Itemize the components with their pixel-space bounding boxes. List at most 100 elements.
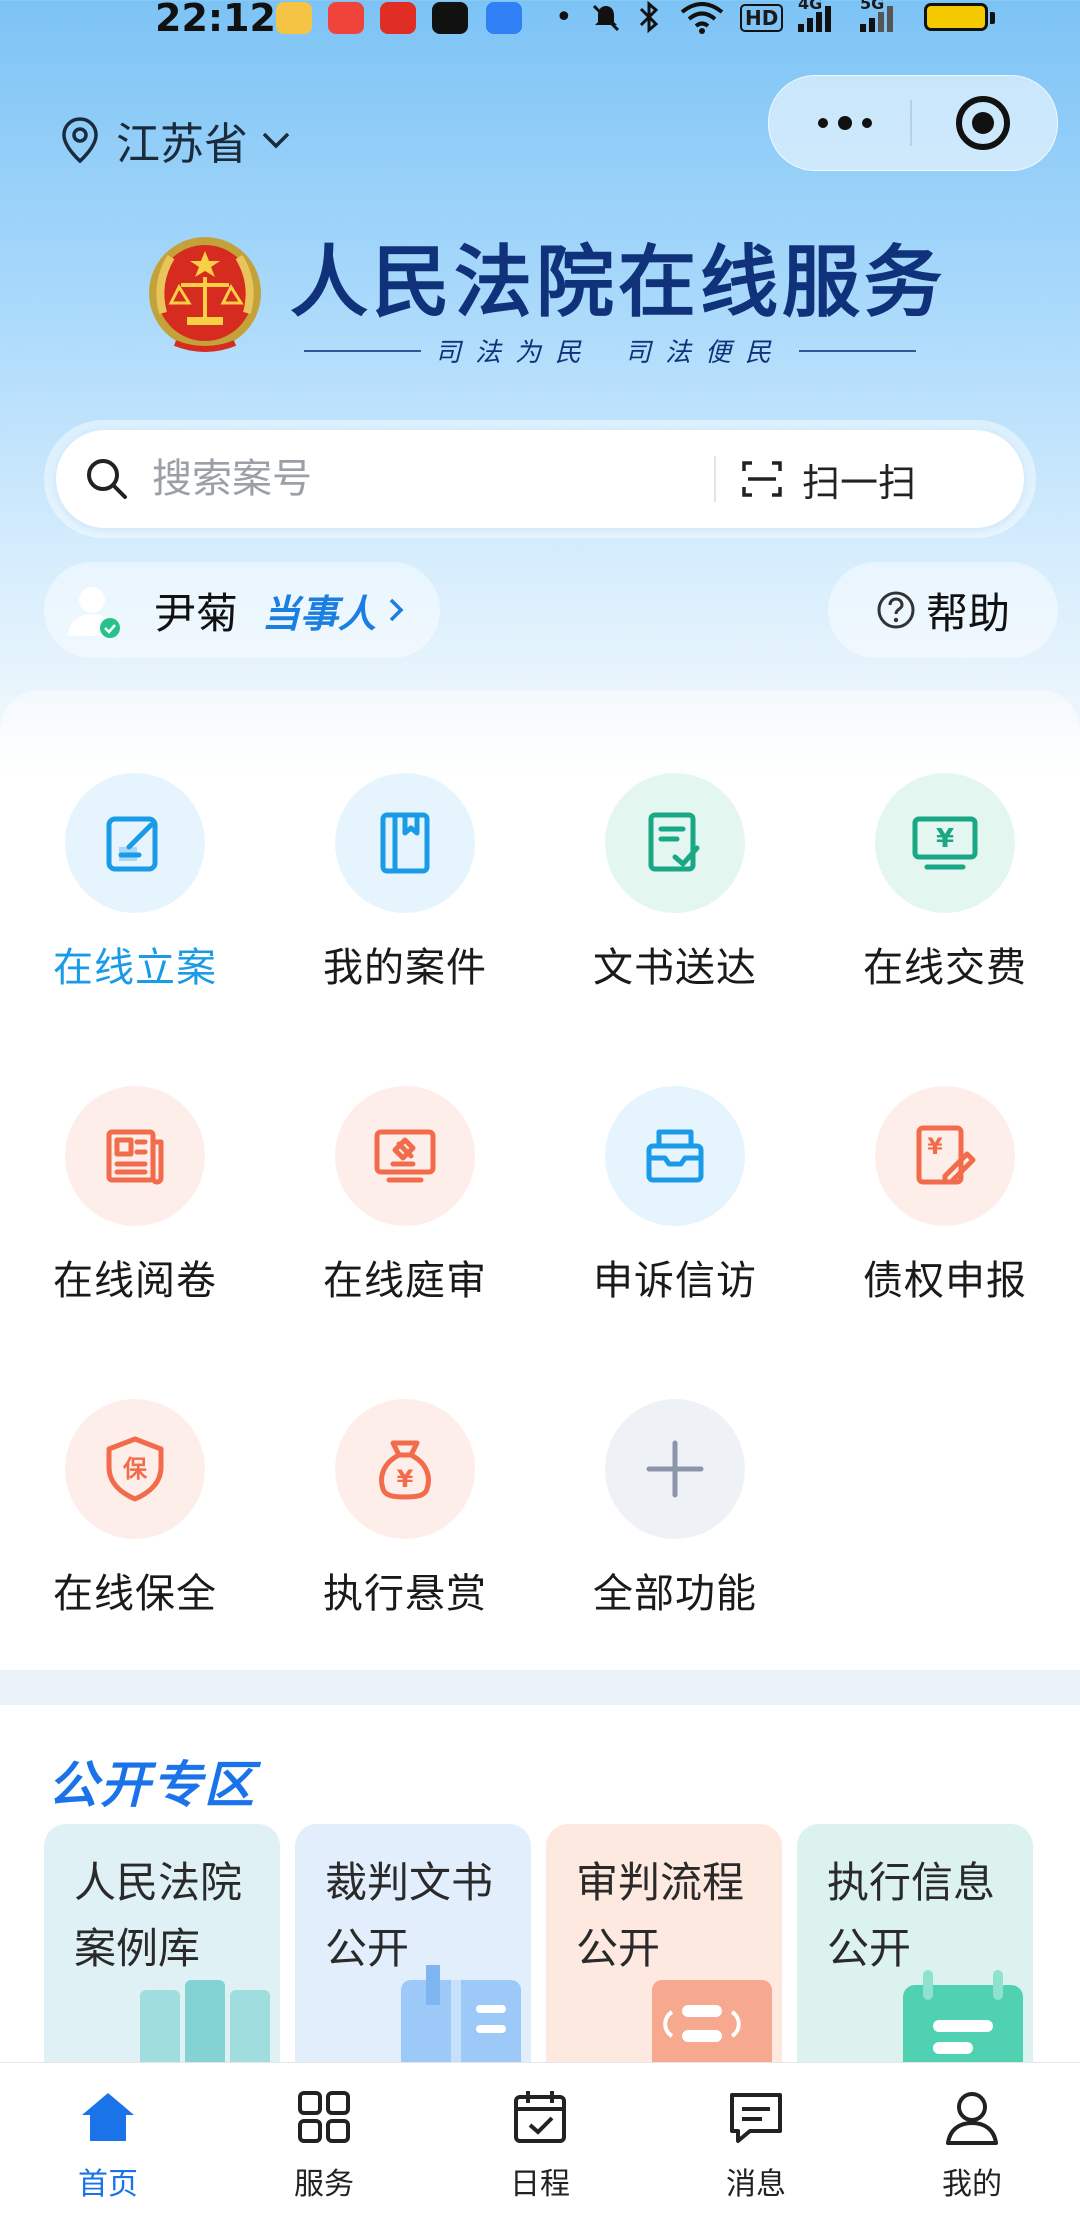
location-label: 江苏省 xyxy=(116,119,248,170)
public-card[interactable]: 执行信息公开 xyxy=(797,1824,1033,2084)
close-miniapp-button[interactable] xyxy=(954,94,1012,152)
edit-icon xyxy=(65,773,205,913)
user-name: 尹菊 xyxy=(154,588,239,638)
douyin-app-icon xyxy=(432,2,468,34)
service-label: 执行悬赏 xyxy=(323,1571,487,1617)
tab-label: 服务 xyxy=(294,2167,354,2202)
network-4g-label: 4G xyxy=(798,0,823,13)
tab-label: 消息 xyxy=(726,2167,786,2202)
message-icon xyxy=(724,2085,788,2149)
service-label: 文书送达 xyxy=(593,945,757,991)
tab-grid[interactable]: 服务 xyxy=(216,2085,432,2203)
service-label: 债权申报 xyxy=(863,1258,1027,1304)
document-check-icon xyxy=(605,773,745,913)
service-plus[interactable]: 全部功能 xyxy=(540,1399,810,1659)
public-card-label: 审判流程公开 xyxy=(576,1858,745,1973)
watermark-overlay xyxy=(770,2198,1070,2220)
scan-icon xyxy=(742,461,782,497)
grid-icon xyxy=(292,2085,356,2149)
chevron-right-icon xyxy=(389,598,404,622)
location-pin-icon xyxy=(62,117,98,164)
money-bag-icon: ¥ xyxy=(335,1399,475,1539)
scan-button[interactable]: 扫一扫 xyxy=(740,452,916,507)
slogan-line-right xyxy=(799,349,916,352)
svg-text:¥: ¥ xyxy=(936,824,954,854)
slogan-right: 司法便民 xyxy=(625,338,786,368)
help-label: 帮助 xyxy=(925,588,1010,638)
user-identity-chip[interactable]: 尹菊 当事人 xyxy=(44,562,440,658)
wifi-icon xyxy=(680,2,724,38)
claim-document-icon: ¥ xyxy=(875,1086,1015,1226)
user-role: 当事人 xyxy=(262,591,377,636)
tab-calendar[interactable]: 日程 xyxy=(432,2085,648,2203)
chevron-down-icon xyxy=(262,132,290,149)
tab-label: 我的 xyxy=(942,2167,1002,2202)
svg-text:¥: ¥ xyxy=(927,1135,943,1160)
service-book[interactable]: 我的案件 xyxy=(270,773,540,1033)
tab-user[interactable]: 我的 xyxy=(864,2085,1080,2203)
tab-home[interactable]: 首页 xyxy=(0,2085,216,2203)
search-input[interactable] xyxy=(150,455,674,503)
avatar xyxy=(62,580,122,640)
service-shield[interactable]: 保在线保全 xyxy=(0,1399,270,1659)
service-label: 在线庭审 xyxy=(323,1258,487,1304)
slogan: 司法为民 司法便民 xyxy=(290,332,930,369)
tab-message[interactable]: 消息 xyxy=(648,2085,864,2203)
more-dots-icon xyxy=(818,116,872,130)
service-edit[interactable]: 在线立案 xyxy=(0,773,270,1033)
payment-monitor-icon: ¥ xyxy=(875,773,1015,913)
service-payment-monitor[interactable]: ¥ 在线交费 xyxy=(810,773,1080,1033)
dot-indicator: • xyxy=(555,0,573,35)
toutiao-app-icon xyxy=(328,2,364,34)
bluetooth-icon xyxy=(636,0,662,38)
service-label: 在线阅卷 xyxy=(53,1258,217,1304)
search-divider xyxy=(714,456,716,502)
public-card[interactable]: 审判流程公开 xyxy=(546,1824,782,2084)
mailbox-icon xyxy=(605,1086,745,1226)
help-button[interactable]: 帮助 xyxy=(828,562,1058,658)
hd-badge: HD xyxy=(740,4,784,32)
svg-text:保: 保 xyxy=(122,1455,148,1483)
help-question-icon xyxy=(877,591,915,629)
public-card-label: 裁判文书公开 xyxy=(325,1858,494,1973)
book-icon xyxy=(335,773,475,913)
more-options-button[interactable] xyxy=(800,100,890,146)
service-label: 在线保全 xyxy=(53,1571,217,1617)
plus-icon xyxy=(605,1399,745,1539)
home-icon xyxy=(76,2085,140,2149)
newspaper-icon xyxy=(65,1086,205,1226)
public-card[interactable]: 裁判文书公开 xyxy=(295,1824,531,2084)
tab-label: 日程 xyxy=(510,2167,570,2202)
scan-label: 扫一扫 xyxy=(802,460,917,505)
location-selector[interactable]: 江苏省 xyxy=(58,108,294,172)
service-mailbox[interactable]: 申诉信访 xyxy=(540,1086,810,1346)
shield-icon: 保 xyxy=(65,1399,205,1539)
service-document-check[interactable]: 文书送达 xyxy=(540,773,810,1033)
public-card-label: 人民法院案例库 xyxy=(74,1858,243,1973)
service-claim-document[interactable]: ¥ 债权申报 xyxy=(810,1086,1080,1346)
capsule-divider xyxy=(910,100,912,146)
court-emblem-logo xyxy=(145,233,265,358)
service-label: 申诉信访 xyxy=(593,1258,757,1304)
slogan-left: 司法为民 xyxy=(434,338,595,368)
service-label: 在线交费 xyxy=(863,945,1027,991)
tab-label: 首页 xyxy=(78,2167,138,2202)
public-card-label: 执行信息公开 xyxy=(827,1858,996,1973)
app-title: 人民法院在线服务 xyxy=(290,238,947,328)
service-newspaper[interactable]: 在线阅卷 xyxy=(0,1086,270,1346)
gavel-monitor-icon xyxy=(335,1086,475,1226)
search-bar[interactable]: 扫一扫 xyxy=(56,430,1024,528)
battery-icon xyxy=(924,3,988,31)
user-icon xyxy=(940,2085,1004,2149)
network-5g-label: 5G xyxy=(860,0,885,13)
pinduoduo-app-icon xyxy=(380,2,416,34)
service-label: 我的案件 xyxy=(323,945,487,991)
public-zone-title: 公开专区 xyxy=(48,1756,256,1814)
target-close-icon xyxy=(956,96,1010,150)
public-card[interactable]: 人民法院案例库 xyxy=(44,1824,280,2084)
service-money-bag[interactable]: ¥ 执行悬赏 xyxy=(270,1399,540,1659)
mute-icon xyxy=(590,2,622,38)
service-label: 全部功能 xyxy=(593,1571,757,1617)
search-icon xyxy=(87,459,127,499)
service-gavel-monitor[interactable]: 在线庭审 xyxy=(270,1086,540,1346)
